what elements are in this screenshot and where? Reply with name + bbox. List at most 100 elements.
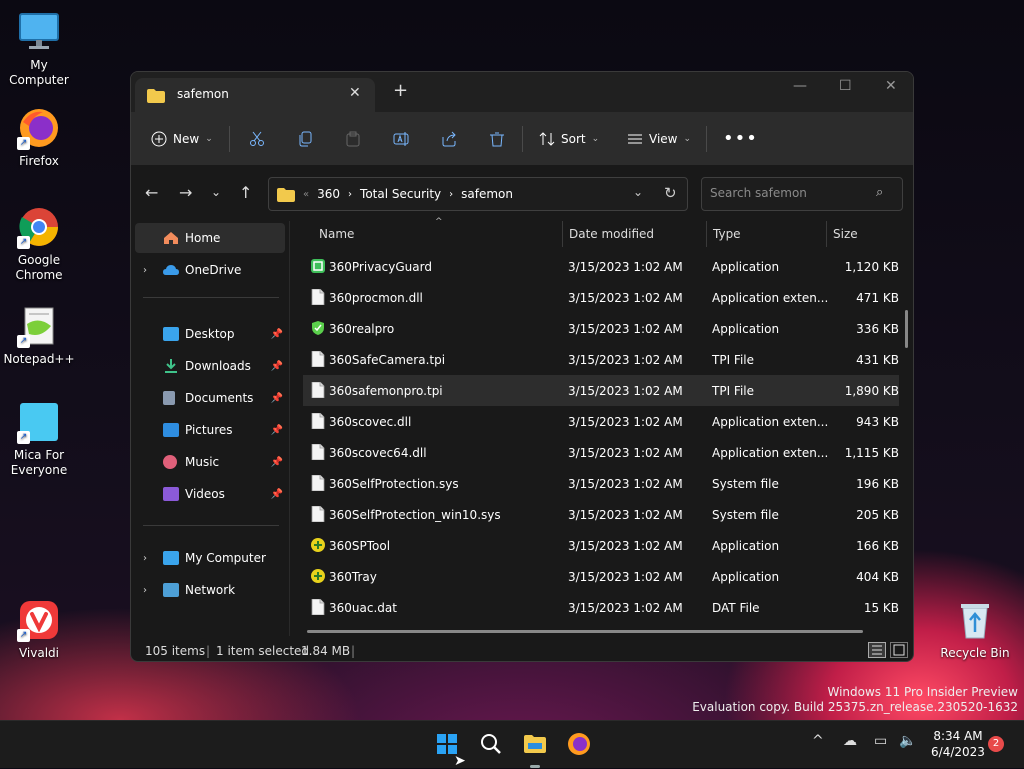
table-row[interactable]: 360SelfProtection_win10.sys 3/15/2023 1:0… bbox=[303, 499, 899, 530]
sidebar-item-videos[interactable]: Videos 📌 bbox=[135, 479, 285, 509]
pin-icon[interactable]: 📌 bbox=[271, 425, 283, 436]
table-row[interactable]: 360scovec.dll 3/15/2023 1:02 AM Applicatio… bbox=[303, 406, 899, 437]
sidebar-item-downloads[interactable]: Downloads 📌 bbox=[135, 351, 285, 381]
cut-button[interactable] bbox=[249, 112, 265, 165]
file-name: 360SafeCamera.tpi bbox=[329, 353, 446, 367]
home-icon bbox=[163, 231, 179, 245]
notification-badge[interactable]: 2 bbox=[988, 736, 1004, 752]
vertical-scrollbar[interactable] bbox=[905, 310, 908, 348]
watermark-line: Evaluation copy. Build 25375.zn_release.… bbox=[692, 700, 1018, 714]
chevron-right-icon[interactable]: › bbox=[143, 553, 147, 564]
sidebar-item-music[interactable]: Music 📌 bbox=[135, 447, 285, 477]
paste-button[interactable] bbox=[345, 112, 361, 165]
up-icon[interactable]: ↑ bbox=[239, 183, 252, 202]
rename-button[interactable] bbox=[393, 112, 409, 165]
clock[interactable]: 8:34 AM 6/4/2023 bbox=[928, 728, 988, 760]
close-tab-icon[interactable]: ✕ bbox=[349, 85, 361, 101]
breadcrumb-item-360[interactable]: 360 bbox=[317, 187, 340, 201]
pane-splitter[interactable] bbox=[289, 221, 290, 636]
table-row[interactable]: 360safemonpro.tpi 3/15/2023 1:02 AM TPI Fi… bbox=[303, 375, 899, 406]
horizontal-scrollbar[interactable] bbox=[307, 630, 863, 633]
sidebar-item-documents[interactable]: Documents 📌 bbox=[135, 383, 285, 413]
desktop-icon-notepad-plus-plus[interactable]: ↗ Notepad++ bbox=[1, 304, 77, 367]
sidebar-item-my-computer[interactable]: › My Computer bbox=[135, 543, 285, 573]
breadcrumb-item-safemon[interactable]: safemon bbox=[461, 187, 513, 201]
breadcrumb-item-total-security[interactable]: Total Security bbox=[360, 187, 441, 201]
table-row[interactable]: 360uac.dat 3/15/2023 1:02 AM DAT File 15 KB bbox=[303, 592, 899, 623]
network-icon[interactable]: ▭ bbox=[874, 733, 887, 749]
column-header-date[interactable]: Date modified bbox=[563, 221, 703, 247]
address-bar[interactable]: « 360 › Total Security › safemon ⌄ ↻ bbox=[268, 177, 688, 211]
see-more-button[interactable]: ••• bbox=[723, 112, 758, 165]
title-bar: safemon ✕ + — ☐ ✕ bbox=[131, 72, 913, 112]
volume-icon[interactable]: 🔈 bbox=[899, 733, 916, 749]
sidebar-item-onedrive[interactable]: › OneDrive bbox=[135, 255, 285, 285]
pin-icon[interactable]: 📌 bbox=[271, 489, 283, 500]
taskbar-firefox[interactable] bbox=[566, 731, 592, 757]
copy-button[interactable] bbox=[297, 112, 313, 165]
sidebar-item-home[interactable]: Home bbox=[135, 223, 285, 253]
music-icon bbox=[163, 455, 177, 469]
table-row[interactable]: 360SPTool 3/15/2023 1:02 AM Application 166… bbox=[303, 530, 899, 561]
tiles-view-toggle[interactable] bbox=[890, 642, 908, 658]
new-tab-icon[interactable]: + bbox=[393, 82, 408, 100]
address-dropdown-icon[interactable]: ⌄ bbox=[633, 185, 643, 199]
forward-icon[interactable]: → bbox=[179, 183, 192, 202]
desktop-icon-my-computer[interactable]: My Computer bbox=[1, 10, 77, 88]
table-row[interactable]: 360PrivacyGuard 3/15/2023 1:02 AM Applicat… bbox=[303, 251, 899, 282]
delete-button[interactable] bbox=[489, 112, 505, 165]
table-row[interactable]: 360scovec64.dll 3/15/2023 1:02 AM Applicat… bbox=[303, 437, 899, 468]
pin-icon[interactable]: 📌 bbox=[271, 393, 283, 404]
desktop-icon-google-chrome[interactable]: ↗ Google Chrome bbox=[1, 205, 77, 283]
pin-icon[interactable]: 📌 bbox=[271, 329, 283, 340]
chevron-right-icon[interactable]: › bbox=[143, 585, 147, 596]
column-header-size[interactable]: Size bbox=[827, 221, 897, 247]
close-window-icon[interactable]: ✕ bbox=[885, 78, 897, 94]
desktop-icon-label: My Computer bbox=[9, 58, 69, 87]
breadcrumb-overflow[interactable]: « bbox=[303, 189, 309, 200]
search-input[interactable] bbox=[710, 186, 870, 200]
show-hidden-icons-chevron[interactable]: ^ bbox=[812, 733, 824, 749]
pin-icon[interactable]: 📌 bbox=[271, 361, 283, 372]
table-row[interactable]: 360realpro 3/15/2023 1:02 AM Application 33… bbox=[303, 313, 899, 344]
view-button[interactable]: View ⌄ bbox=[627, 112, 691, 165]
desktop-icon-vivaldi[interactable]: ↗ Vivaldi bbox=[1, 598, 77, 661]
table-row[interactable]: 360SafeCamera.tpi 3/15/2023 1:02 AM TPI Fi… bbox=[303, 344, 899, 375]
shortcut-arrow-icon: ↗ bbox=[17, 431, 30, 444]
desktop-icon-recycle-bin[interactable]: Recycle Bin bbox=[937, 598, 1013, 661]
column-header-label: Date modified bbox=[569, 227, 655, 241]
sidebar-item-pictures[interactable]: Pictures 📌 bbox=[135, 415, 285, 445]
desktop-icon-mica-for-everyone[interactable]: ↗ Mica For Everyone bbox=[1, 400, 77, 478]
new-button[interactable]: New ⌄ bbox=[151, 112, 213, 165]
pin-icon[interactable]: 📌 bbox=[271, 457, 283, 468]
selection-size: 1.84 MB bbox=[301, 644, 351, 658]
maximize-icon[interactable]: ☐ bbox=[839, 78, 852, 94]
table-row[interactable]: 360procmon.dll 3/15/2023 1:02 AM Applicati… bbox=[303, 282, 899, 313]
minimize-icon[interactable]: — bbox=[793, 78, 807, 94]
column-header-name[interactable]: Name bbox=[313, 221, 563, 247]
status-divider: | bbox=[206, 644, 211, 658]
refresh-icon[interactable]: ↻ bbox=[664, 184, 677, 202]
chevron-right-icon[interactable]: › bbox=[143, 265, 147, 276]
onedrive-offline-icon[interactable]: ☁ bbox=[843, 733, 857, 749]
share-icon bbox=[442, 131, 456, 146]
share-button[interactable] bbox=[441, 112, 457, 165]
sidebar-item-label: Home bbox=[185, 231, 221, 245]
taskbar-file-explorer[interactable] bbox=[522, 731, 548, 768]
back-icon[interactable]: ← bbox=[145, 183, 158, 202]
details-view-toggle[interactable] bbox=[868, 642, 886, 658]
table-row[interactable]: 360Tray 3/15/2023 1:02 AM Application 404 K… bbox=[303, 561, 899, 592]
table-row[interactable]: 360SelfProtection.sys 3/15/2023 1:02 AM Sy… bbox=[303, 468, 899, 499]
desktop-icon-label: Mica For Everyone bbox=[10, 448, 68, 477]
sidebar-item-desktop[interactable]: Desktop 📌 bbox=[135, 319, 285, 349]
sidebar-item-label: Videos bbox=[185, 487, 225, 501]
vivaldi-icon: ↗ bbox=[17, 598, 61, 642]
taskbar-search-button[interactable] bbox=[478, 731, 504, 757]
search-icon[interactable]: ⌕ bbox=[876, 185, 883, 200]
sort-button[interactable]: Sort ⌄ bbox=[539, 112, 599, 165]
sidebar-item-network[interactable]: › Network bbox=[135, 575, 285, 605]
desktop-icon-firefox[interactable]: ↗ Firefox bbox=[1, 106, 77, 169]
recent-locations-icon[interactable]: ⌄ bbox=[211, 185, 221, 199]
column-header-type[interactable]: Type bbox=[707, 221, 827, 247]
tab-safemon[interactable]: safemon ✕ bbox=[135, 78, 375, 112]
